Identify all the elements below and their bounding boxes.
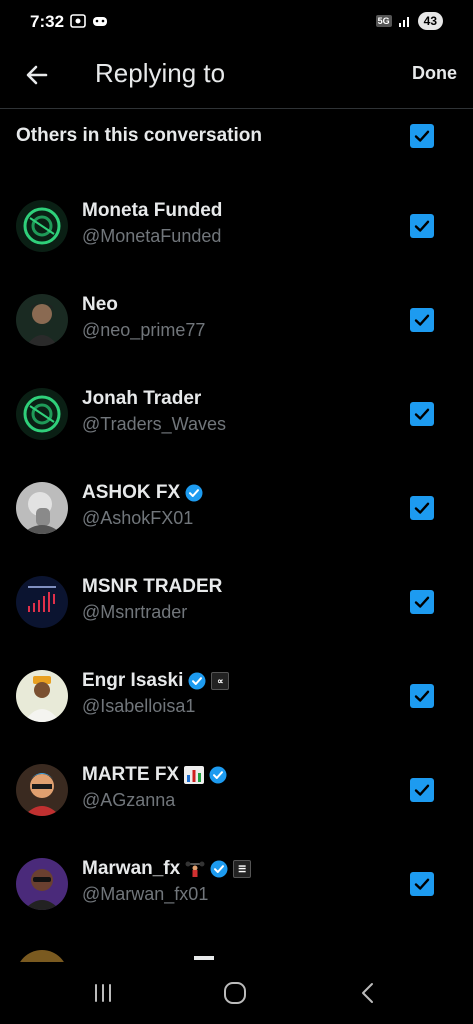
avatar <box>16 482 68 534</box>
others-toggle-row[interactable]: Others in this conversation <box>0 108 473 164</box>
check-icon <box>414 220 430 232</box>
avatar <box>16 388 68 440</box>
screenshot-icon <box>70 14 86 28</box>
others-label: Others in this conversation <box>16 125 262 146</box>
verified-badge-icon <box>210 860 228 878</box>
status-bar: 7:32 5G 43 <box>0 0 473 46</box>
avatar <box>16 670 68 722</box>
weightlifter-emoji-icon <box>185 861 205 877</box>
user-name: MARTE FX <box>82 764 227 786</box>
check-icon <box>414 314 430 326</box>
list-item-user[interactable]: MSNR TRADER @Msnrtrader <box>0 554 473 648</box>
user-checkbox[interactable] <box>410 778 434 802</box>
list-item-user[interactable]: Jonah Trader @Traders_Waves <box>0 366 473 460</box>
user-name: Neo <box>82 294 118 315</box>
home-icon[interactable] <box>222 980 248 1006</box>
user-checkbox[interactable] <box>410 308 434 332</box>
back-nav-icon[interactable] <box>355 980 381 1006</box>
user-checkbox[interactable] <box>410 214 434 238</box>
user-handle: @AshokFX01 <box>82 508 194 528</box>
game-icon <box>93 17 107 26</box>
avatar <box>16 858 68 910</box>
user-handle: @Msnrtrader <box>82 602 188 622</box>
bar-chart-emoji-icon <box>184 766 205 784</box>
check-icon <box>414 784 430 796</box>
system-nav-bar <box>0 962 473 1024</box>
user-checkbox[interactable] <box>410 590 434 614</box>
user-checkbox[interactable] <box>410 872 434 896</box>
verified-badge-icon <box>209 766 227 784</box>
user-name: Moneta Funded <box>82 200 223 221</box>
user-handle: @Traders_Waves <box>82 414 226 434</box>
user-handle: @neo_prime77 <box>82 320 206 340</box>
recents-icon[interactable] <box>90 980 116 1006</box>
signal-icon <box>398 17 409 27</box>
done-button[interactable]: Done <box>412 63 457 84</box>
user-handle: @AGzanna <box>82 790 176 810</box>
list-item-user[interactable]: Moneta Funded @MonetaFunded <box>0 178 473 272</box>
partial-list-item-mark <box>194 956 214 960</box>
others-checkbox[interactable] <box>410 124 434 148</box>
verified-badge-icon <box>185 484 203 502</box>
header-bar: Replying to Done <box>0 46 473 109</box>
check-icon <box>414 502 430 514</box>
list-item-user[interactable]: MARTE FX @AGzanna <box>0 742 473 836</box>
check-icon <box>414 596 430 608</box>
user-checkbox[interactable] <box>410 402 434 426</box>
affiliate-badge-icon: ☰ <box>233 860 252 878</box>
check-icon <box>414 130 430 142</box>
user-handle: @Isabelloisa1 <box>82 696 196 716</box>
user-name: Marwan_fx ☰ <box>82 858 252 880</box>
partial-list-item <box>16 950 68 962</box>
user-handle: @Marwan_fx01 <box>82 884 209 904</box>
user-name: ASHOK FX <box>82 482 203 504</box>
user-checkbox[interactable] <box>410 496 434 520</box>
user-handle: @MonetaFunded <box>82 226 222 246</box>
list-item-user[interactable]: ASHOK FX @AshokFX01 <box>0 460 473 554</box>
user-name: MSNR TRADER <box>82 576 223 597</box>
verified-badge-icon <box>188 672 206 690</box>
check-icon <box>414 408 430 420</box>
battery-indicator: 43 <box>417 12 443 30</box>
avatar <box>16 576 68 628</box>
status-time: 7:32 <box>30 12 65 31</box>
avatar <box>16 764 68 816</box>
check-icon <box>414 690 430 702</box>
list-item-user[interactable]: Neo @neo_prime77 <box>0 272 473 366</box>
list-item-user[interactable]: Engr Isaski ∝ @Isabelloisa1 <box>0 648 473 742</box>
back-arrow-icon[interactable] <box>22 60 52 90</box>
check-icon <box>414 878 430 890</box>
avatar <box>16 200 68 252</box>
user-name: Engr Isaski ∝ <box>82 670 230 692</box>
page-title: Replying to <box>95 58 226 88</box>
network-badge: 5G <box>375 15 392 27</box>
user-checkbox[interactable] <box>410 684 434 708</box>
user-name: Jonah Trader <box>82 388 202 409</box>
affiliate-badge-icon: ∝ <box>211 672 230 690</box>
list-item-user[interactable]: Marwan_fx ☰ @Marwan_fx01 <box>0 836 473 930</box>
avatar <box>16 294 68 346</box>
